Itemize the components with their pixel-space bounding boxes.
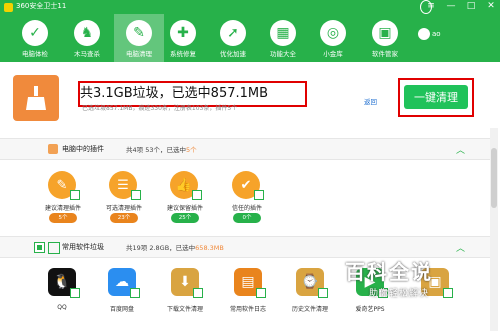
coin-icon: ◎ bbox=[320, 20, 346, 46]
section-meta: 共19项 2.8GB，已选中658.3MB bbox=[126, 242, 224, 252]
top-bar: 360安全卫士11 ≡ — □ ✕ ✓ 电脑体检 ♞ 木马查杀 ✎ 电脑清理 ✚… bbox=[0, 0, 500, 62]
title-bar: 360安全卫士11 ≡ — □ ✕ bbox=[0, 0, 500, 14]
watermark-subtitle: 助你轻松解决 bbox=[369, 289, 430, 299]
maximize-icon[interactable]: □ bbox=[466, 1, 476, 11]
software-section-header[interactable]: 常用软件垃圾 共19项 2.8GB，已选中658.3MB ︿ bbox=[0, 236, 490, 258]
nav-label: 优化加速 bbox=[220, 50, 246, 58]
watermark-title: 百科全说 bbox=[345, 260, 433, 284]
card-label: 可选清理插件 bbox=[105, 205, 142, 212]
nav-label: 软件管家 bbox=[372, 50, 398, 58]
app-box-icon: ▣ bbox=[372, 20, 398, 46]
document-icon bbox=[48, 242, 60, 254]
card-label: 建议清理插件 bbox=[44, 205, 81, 212]
count-badge: 23个 bbox=[110, 213, 138, 223]
checkbox[interactable] bbox=[318, 288, 328, 298]
nav-label: 功能大全 bbox=[270, 50, 296, 58]
nav-item-software-manager[interactable]: ▣ 软件管家 bbox=[360, 14, 410, 62]
app-label: 百度网盘 bbox=[109, 306, 134, 313]
checkbox[interactable] bbox=[70, 190, 80, 200]
meta-selected: 5个 bbox=[185, 146, 197, 154]
count-badge: 5个 bbox=[49, 213, 77, 223]
broom-icon: ✎ bbox=[126, 20, 152, 46]
avatar[interactable] bbox=[418, 28, 430, 40]
minimize-icon[interactable]: — bbox=[446, 1, 456, 11]
chevron-up-icon[interactable]: ︿ bbox=[456, 241, 465, 254]
plugin-card[interactable]: 👍 建议保留插件 25个 bbox=[152, 165, 218, 231]
app-label: 历史文件清理 bbox=[291, 306, 328, 313]
nav-label: 电脑体检 bbox=[22, 50, 48, 58]
nav-item-all-features[interactable]: ▦ 功能大全 bbox=[258, 14, 308, 62]
checkbox[interactable] bbox=[193, 288, 203, 298]
section-title: 常用软件垃圾 bbox=[62, 243, 104, 251]
checkbox[interactable] bbox=[254, 190, 264, 200]
account-name[interactable]: ao bbox=[432, 30, 441, 38]
plugin-card[interactable]: ✔ 信任的插件 0个 bbox=[214, 165, 280, 231]
checkbox[interactable] bbox=[192, 190, 202, 200]
watermark: 百科全说 助你轻松解决 bbox=[345, 256, 495, 316]
app-label: 常用软件日志 bbox=[229, 306, 266, 313]
close-icon[interactable]: ✕ bbox=[486, 1, 496, 11]
card-label: 信任的插件 bbox=[231, 205, 262, 212]
nav-item-trojan-scan[interactable]: ♞ 木马查杀 bbox=[62, 14, 112, 62]
chevron-up-icon[interactable]: ︿ bbox=[456, 143, 465, 156]
summary-sub-text: 已选垃圾857.1MB，痕迹330条，注册表103条，插件5个 bbox=[82, 105, 238, 112]
wrench-icon: ✚ bbox=[170, 20, 196, 46]
plugin-card[interactable]: ☰ 可选清理插件 23个 bbox=[91, 165, 157, 231]
plugin-cards: ✎ 建议清理插件 5个 ☰ 可选清理插件 23个 👍 建议保留插件 25个 ✔ … bbox=[0, 165, 490, 231]
scroll-thumb[interactable] bbox=[491, 148, 497, 208]
nav-label: 电脑清理 bbox=[126, 50, 152, 58]
meta-prefix: 共19项 2.8GB，已选中 bbox=[126, 244, 196, 252]
app-label: 下载文件清理 bbox=[166, 306, 203, 313]
checkbox[interactable] bbox=[70, 288, 80, 298]
count-badge: 25个 bbox=[171, 213, 199, 223]
meta-prefix: 共4项 53个，已选中 bbox=[126, 146, 186, 154]
nav-label: 系统修复 bbox=[170, 50, 196, 58]
broom-svg bbox=[26, 86, 46, 110]
nav-label: 小金库 bbox=[323, 50, 343, 58]
plugin-card[interactable]: ✎ 建议清理插件 5个 bbox=[30, 165, 96, 231]
back-link[interactable]: 返回 bbox=[364, 96, 377, 106]
section-title: 电脑中的插件 bbox=[62, 145, 104, 153]
rocket-icon: ➚ bbox=[220, 20, 246, 46]
clean-summary: 共3.1GB垃圾，已选中857.1MB 已选垃圾857.1MB，痕迹330条，注… bbox=[0, 66, 500, 124]
nav-item-system-repair[interactable]: ✚ 系统修复 bbox=[158, 14, 208, 62]
section-meta: 共4项 53个，已选中5个 bbox=[126, 144, 197, 154]
plugins-section-header[interactable]: 电脑中的插件 共4项 53个，已选中5个 ︿ bbox=[0, 138, 490, 160]
meta-selected: 658.3MB bbox=[195, 244, 224, 252]
checkbox[interactable] bbox=[256, 288, 266, 298]
menu-icon[interactable]: ≡ bbox=[426, 1, 436, 11]
broom-icon bbox=[13, 75, 59, 121]
puzzle-icon bbox=[48, 144, 58, 154]
nav-item-pc-clean[interactable]: ✎ 电脑清理 bbox=[114, 14, 164, 62]
checkbox[interactable] bbox=[131, 190, 141, 200]
horse-shield-icon: ♞ bbox=[74, 20, 100, 46]
window-controls: ≡ — □ ✕ bbox=[426, 1, 496, 11]
checkbox[interactable] bbox=[130, 288, 140, 298]
card-label: 建议保留插件 bbox=[166, 205, 203, 212]
nav-item-optimize[interactable]: ➚ 优化加速 bbox=[208, 14, 258, 62]
app-logo-icon bbox=[4, 3, 13, 12]
nav-label: 木马查杀 bbox=[74, 50, 100, 58]
app-title: 360安全卫士11 bbox=[16, 2, 67, 10]
grid-icon: ▦ bbox=[270, 20, 296, 46]
nav-item-vault[interactable]: ◎ 小金库 bbox=[308, 14, 358, 62]
nav-item-pc-check[interactable]: ✓ 电脑体检 bbox=[10, 14, 60, 62]
count-badge: 0个 bbox=[233, 213, 261, 223]
one-click-clean-button[interactable]: 一键清理 bbox=[404, 85, 468, 109]
select-all-checkbox[interactable] bbox=[34, 242, 45, 253]
monitor-check-icon: ✓ bbox=[22, 20, 48, 46]
app-label: QQ bbox=[57, 304, 67, 311]
